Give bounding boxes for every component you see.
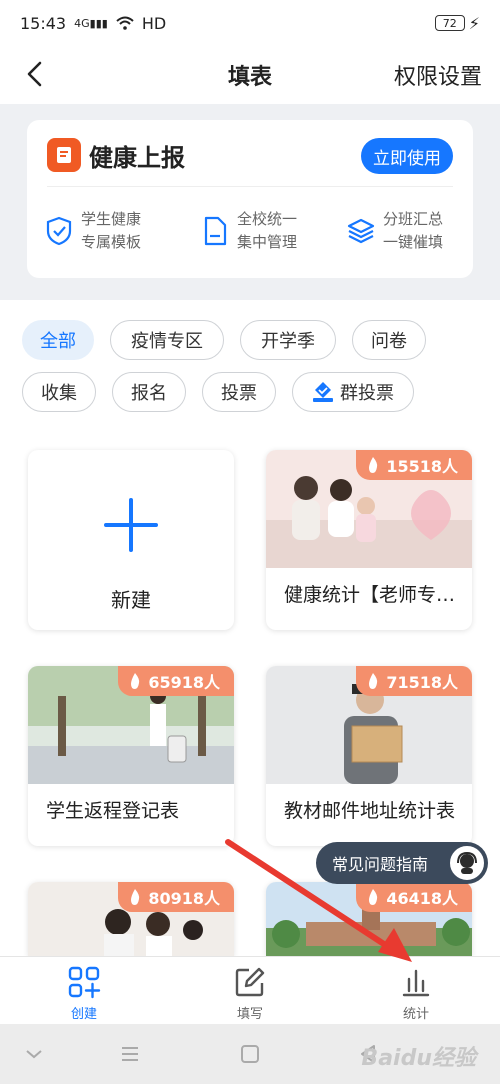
faq-label: 常见问题指南 [332,855,429,874]
use-now-button[interactable]: 立即使用 [361,138,453,174]
shield-check-icon [46,216,72,246]
plus-icon [104,498,158,552]
grid-plus-icon [68,966,101,999]
template-tile-return-registration[interactable]: 65918人 学生返程登记表 [28,666,234,846]
filter-chip-questionnaire[interactable]: 问卷 [352,320,426,360]
fire-icon [131,673,140,689]
signal-icon: 4G▮▮▮ [74,16,108,30]
navbar: 填表 权限设置 [0,46,500,104]
charging-icon: ⚡ [468,13,480,33]
filter-chip-group-vote[interactable]: 群投票 [292,372,414,412]
category-filters: 全部 疫情专区 开学季 问卷 收集 报名 投票 群投票 [0,300,500,430]
tab-create[interactable]: 创建 [44,965,124,1022]
edit-icon [235,967,265,997]
template-tile-health-stats[interactable]: 15518人 健康统计【老师专用】 [266,450,472,630]
menu-icon[interactable] [118,1042,142,1066]
tab-label: 统计 [402,1007,429,1022]
new-template-tile[interactable]: 新建 [28,450,234,630]
filter-chip-epidemic[interactable]: 疫情专区 [110,320,224,360]
status-time: 15:43 [20,13,67,33]
template-name: 教材邮件地址统计表 [284,800,456,822]
wifi-icon [116,16,134,30]
template-name: 学生返程登记表 [46,800,180,822]
feature-student-template: 学生健康 专属模板 [45,208,141,254]
participant-count-badge: 71518人 [356,666,472,696]
watermark: Baidu经验 [361,1046,476,1071]
template-tile-family[interactable]: 80918人 [28,882,234,956]
filter-chip-vote[interactable]: 投票 [202,372,276,412]
participant-count-badge: 65918人 [118,666,234,696]
bar-chart-icon [402,969,430,997]
fire-icon [369,889,378,905]
health-report-card[interactable]: 健康上报 立即使用 学生健康 专属模板 全校统一 集中管理 分班汇总 一键催填 [27,120,473,278]
participant-count-badge: 46418人 [356,882,472,912]
new-template-label: 新建 [111,588,151,612]
support-agent-icon [448,844,486,882]
chevron-down-icon[interactable] [22,1042,46,1066]
battery-icon: 72 [434,15,465,31]
template-tile-school-building[interactable]: 46418人 [266,882,472,956]
permission-settings-link[interactable]: 权限设置 [394,59,482,91]
home-icon[interactable] [238,1042,262,1066]
system-navigation-bar: Baidu经验 [0,1024,500,1084]
divider [47,186,453,187]
feature-class-summary: 分班汇总 一键催填 [347,208,443,254]
layers-icon [347,218,375,244]
participant-count-badge: 15518人 [356,450,472,480]
filter-chip-signup[interactable]: 报名 [112,372,186,412]
bottom-tab-bar: 创建 填写 统计 [0,956,500,1024]
filter-chip-collect[interactable]: 收集 [22,372,96,412]
filter-chip-all[interactable]: 全部 [22,320,94,360]
participant-count-badge: 80918人 [118,882,234,912]
fire-icon [131,889,140,905]
tab-label: 创建 [70,1007,97,1022]
document-icon [204,216,227,246]
template-tile-textbook-address[interactable]: 71518人 教材邮件地址统计表 [266,666,472,846]
vote-box-icon [313,382,333,402]
fire-icon [369,673,378,689]
tab-label: 填写 [236,1007,263,1022]
tab-fill[interactable]: 填写 [210,965,290,1022]
template-name: 健康统计【老师专用】 [284,584,460,606]
fire-icon [369,457,378,473]
tab-statistics[interactable]: 统计 [376,965,456,1022]
feature-school-management: 全校统一 集中管理 [201,208,297,254]
health-report-icon [47,138,81,172]
status-bar: 15:43 4G▮▮▮ HD 72 ⚡ [0,0,500,46]
filter-chip-school-season[interactable]: 开学季 [240,320,336,360]
hd-label: HD [141,13,167,33]
faq-guide-button[interactable]: 常见问题指南 [316,842,488,884]
health-report-title: 健康上报 [89,144,185,172]
